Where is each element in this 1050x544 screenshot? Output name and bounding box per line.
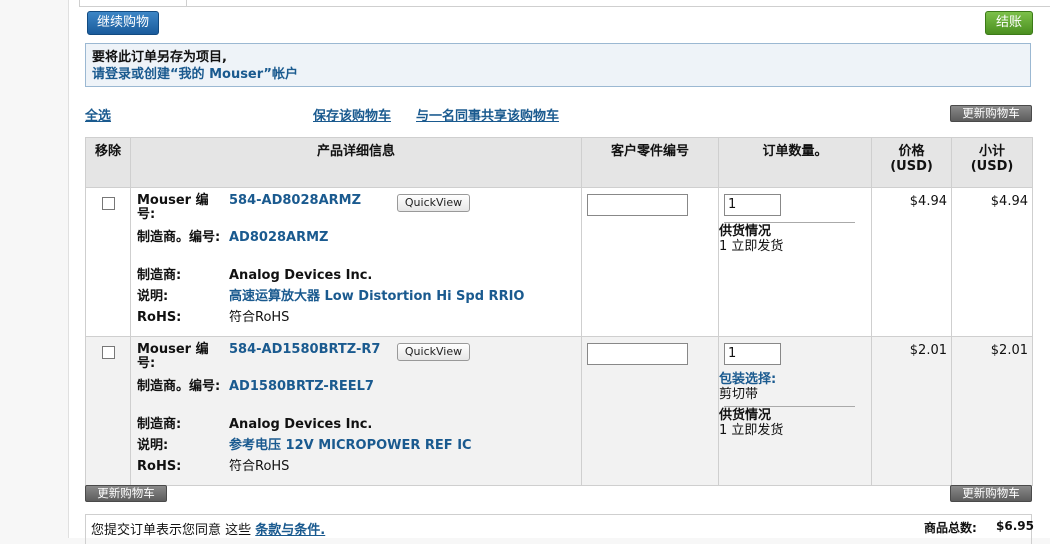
update-cart-button-bottom-left[interactable]: 更新购物车	[85, 485, 167, 502]
availability-label: 供货情况	[719, 408, 772, 423]
mfr-number-label: 制造商。编号:	[137, 379, 221, 394]
share-cart-link[interactable]: 与一名同事共享该购物车	[416, 105, 559, 124]
header-remove: 移除	[85, 137, 131, 188]
mfr-value: Analog Devices Inc.	[229, 417, 373, 432]
customer-part-input[interactable]	[587, 343, 688, 365]
desc-label: 说明:	[137, 438, 169, 453]
checkout-button[interactable]: 结账	[985, 11, 1033, 35]
update-cart-button-top[interactable]: 更新购物车	[950, 105, 1032, 122]
save-cart-link[interactable]: 保存该购物车	[313, 105, 391, 124]
divider	[724, 222, 855, 223]
availability-value: 1 立即发货	[719, 239, 784, 254]
header-details: 产品详细信息	[130, 137, 582, 188]
desc-link[interactable]: 高速运算放大器 Low Distortion Hi Spd RRIO	[229, 290, 524, 304]
remove-checkbox[interactable]	[102, 346, 115, 359]
continue-shopping-button[interactable]: 继续购物	[87, 11, 159, 35]
cart-table: 移除 产品详细信息 客户零件编号 订单数量。 价格 (USD) 小计 (USD)…	[85, 137, 1033, 486]
top-tab	[79, 0, 187, 7]
terms-text: 您提交订单表示您同意 这些 条款与条件.	[91, 519, 325, 538]
mfr-label: 制造商:	[137, 268, 182, 283]
table-row: Mouser 编号: 584-AD1580BRTZ-R7 QuickView 制…	[85, 336, 1033, 486]
mfr-value: Analog Devices Inc.	[229, 268, 373, 283]
login-notice-text: 要将此订单另存为项目,	[92, 50, 227, 65]
price-value: $4.94	[871, 187, 952, 337]
total-label: 商品总数:	[924, 521, 977, 535]
mouser-number-label: Mouser 编号:	[137, 193, 209, 222]
mfr-label: 制造商:	[137, 417, 182, 432]
update-cart-button-bottom-right[interactable]: 更新购物车	[950, 485, 1032, 502]
mfr-number-link[interactable]: AD1580BRTZ-REEL7	[229, 380, 374, 394]
rohs-label: RoHS:	[137, 459, 182, 474]
order-footer: 您提交订单表示您同意 这些 条款与条件. 商品总数: $6.95	[85, 514, 1034, 544]
total-value: $6.95	[996, 519, 1034, 533]
mouser-number-label: Mouser 编号:	[137, 342, 209, 371]
terms-link[interactable]: 条款与条件.	[255, 523, 325, 538]
packaging-link[interactable]: 包装选择:	[719, 372, 871, 387]
quantity-input[interactable]: 1	[724, 343, 781, 365]
header-subtotal: 小计 (USD)	[951, 137, 1033, 188]
cart-page: 继续购物 结账 要将此订单另存为项目, 请登录或创建“我的 Mouser”帐户 …	[68, 0, 1050, 544]
rohs-value: 符合RoHS	[229, 459, 290, 474]
packaging-value: 剪切带	[719, 387, 759, 402]
desc-link[interactable]: 参考电压 12V MICROPOWER REF IC	[229, 439, 472, 453]
desc-label: 说明:	[137, 289, 169, 304]
header-customer-part: 客户零件编号	[581, 137, 719, 188]
quickview-button[interactable]: QuickView	[397, 343, 470, 361]
table-row: Mouser 编号: 584-AD8028ARMZ QuickView 制造商。…	[85, 187, 1033, 337]
remove-checkbox[interactable]	[102, 197, 115, 210]
mouser-number-link[interactable]: 584-AD1580BRTZ-R7	[229, 343, 380, 357]
quantity-input[interactable]: 1	[724, 194, 781, 216]
login-link[interactable]: 请登录或创建“我的 Mouser”帐户	[92, 66, 1024, 83]
availability-label: 供货情况	[719, 224, 772, 239]
mfr-number-label: 制造商。编号:	[137, 230, 221, 245]
mfr-number-link[interactable]: AD8028ARMZ	[229, 231, 328, 245]
customer-part-input[interactable]	[587, 194, 688, 216]
top-divider	[185, 6, 1050, 7]
availability-value: 1 立即发货	[719, 423, 784, 438]
divider	[724, 406, 855, 407]
header-quantity: 订单数量。	[718, 137, 872, 188]
rohs-value: 符合RoHS	[229, 310, 290, 325]
product-details: Mouser 编号: 584-AD8028ARMZ QuickView 制造商。…	[131, 188, 581, 330]
price-value: $2.01	[871, 336, 952, 486]
product-details: Mouser 编号: 584-AD1580BRTZ-R7 QuickView 制…	[131, 337, 581, 479]
mouser-number-link[interactable]: 584-AD8028ARMZ	[229, 194, 361, 208]
select-all-link[interactable]: 全选	[85, 105, 111, 124]
header-price: 价格 (USD)	[871, 137, 952, 188]
login-notice: 要将此订单另存为项目, 请登录或创建“我的 Mouser”帐户	[85, 43, 1031, 87]
subtotal-value: $2.01	[951, 336, 1033, 486]
quickview-button[interactable]: QuickView	[397, 194, 470, 212]
subtotal-value: $4.94	[951, 187, 1033, 337]
rohs-label: RoHS:	[137, 310, 182, 325]
terms-prefix: 您提交订单表示您同意 这些	[91, 523, 252, 538]
